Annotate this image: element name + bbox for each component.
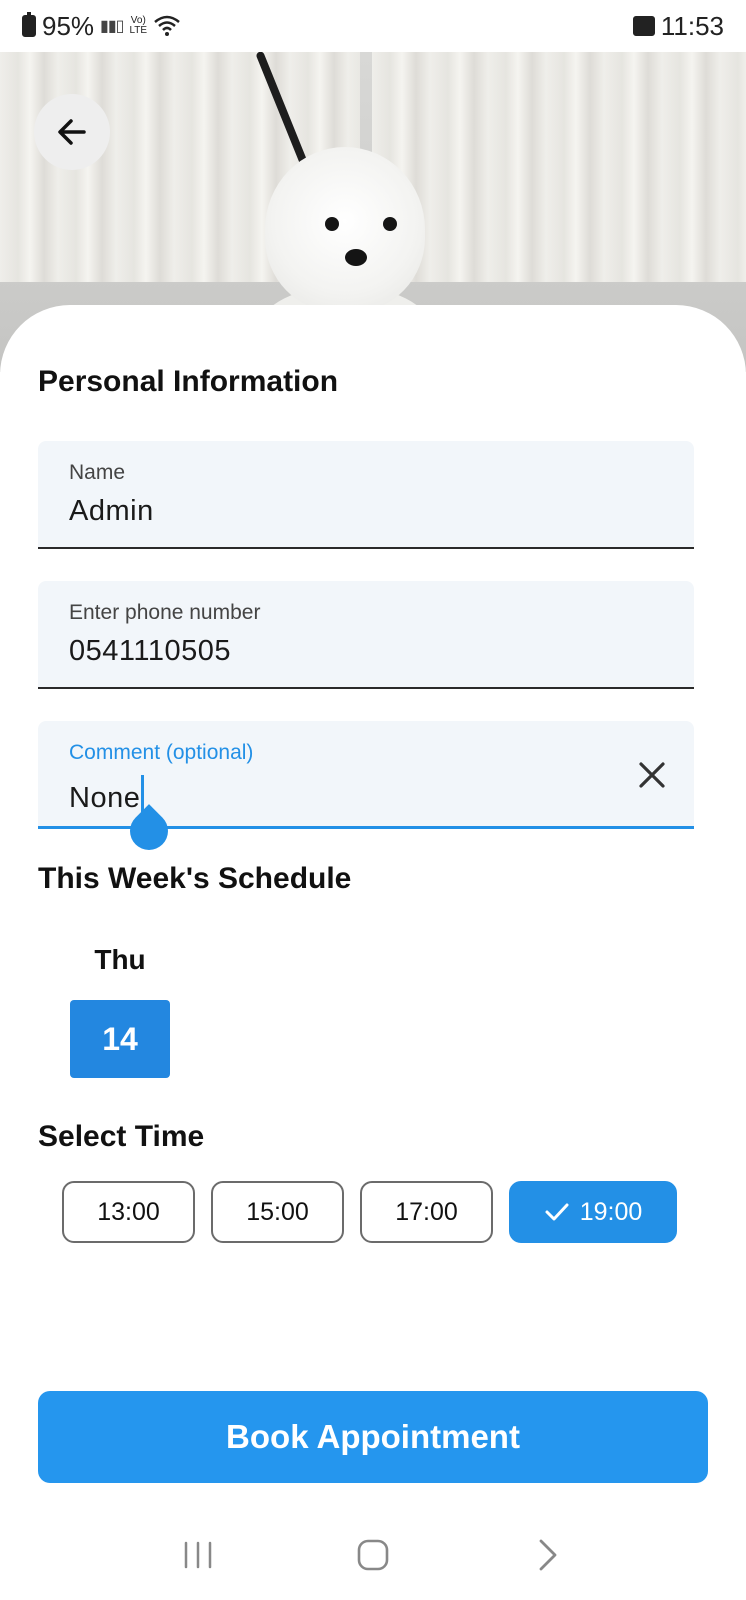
personal-info-title: Personal Information	[38, 365, 339, 398]
gallery-icon	[632, 16, 655, 36]
battery-charging-icon	[22, 12, 36, 37]
back-button[interactable]	[34, 94, 110, 170]
time-chip-1900[interactable]: 19:00	[509, 1181, 677, 1243]
comment-input[interactable]: None	[69, 775, 145, 815]
dog-eye-right	[383, 217, 397, 231]
name-label: Name	[69, 461, 126, 484]
time-chip-1300[interactable]: 13:00	[62, 1181, 195, 1243]
dog-head	[265, 147, 425, 312]
clear-icon[interactable]	[634, 757, 670, 793]
schedule-title: This Week's Schedule	[38, 862, 352, 895]
day-name: Thu	[94, 944, 146, 975]
name-field[interactable]: Name Admin	[38, 441, 694, 549]
dog-nose	[345, 249, 367, 266]
volte-icon: Vo) LTE	[129, 15, 148, 36]
book-appointment-button[interactable]: Book Appointment	[38, 1391, 708, 1483]
back-nav-button[interactable]	[518, 1525, 578, 1585]
day-chip-14[interactable]: 14	[70, 1000, 170, 1078]
home-button[interactable]	[343, 1525, 403, 1585]
status-time: 11:53	[660, 10, 724, 41]
time-label: 13:00	[97, 1197, 160, 1226]
time-chip-1500[interactable]: 15:00	[211, 1181, 344, 1243]
time-label: 15:00	[246, 1197, 309, 1226]
time-label: 17:00	[395, 1197, 458, 1226]
comment-value: None	[69, 782, 141, 814]
phone-value[interactable]: 0541110505	[69, 635, 231, 668]
book-appointment-label: Book Appointment	[226, 1418, 520, 1455]
status-left: 95% ▮▮▯ Vo) LTE	[22, 11, 181, 42]
battery-level: 95%	[42, 10, 95, 41]
system-nav-bar	[0, 1510, 746, 1600]
status-right: 11:53	[632, 10, 724, 42]
back-chevron-icon	[539, 1539, 557, 1571]
home-icon	[357, 1539, 389, 1571]
time-label: 19:00	[579, 1197, 643, 1226]
phone-label: Enter phone number	[69, 601, 261, 624]
day-number: 14	[102, 1020, 138, 1057]
name-value[interactable]: Admin	[69, 495, 154, 528]
check-icon	[545, 1203, 569, 1221]
select-time-title: Select Time	[38, 1120, 205, 1153]
comment-field[interactable]: Comment (optional) None	[38, 721, 694, 829]
comment-label: Comment (optional)	[69, 741, 254, 764]
arrow-back-icon	[58, 119, 86, 145]
recents-button[interactable]	[168, 1525, 228, 1585]
phone-field[interactable]: Enter phone number 0541110505	[38, 581, 694, 689]
signal-icon: ▮▮▯	[100, 18, 124, 35]
dog-eye-left	[325, 217, 339, 231]
time-chip-1700[interactable]: 17:00	[360, 1181, 493, 1243]
status-bar: 95% ▮▮▯ Vo) LTE 11:53	[0, 0, 746, 52]
wifi-icon	[154, 15, 180, 36]
recents-icon	[184, 1541, 211, 1569]
